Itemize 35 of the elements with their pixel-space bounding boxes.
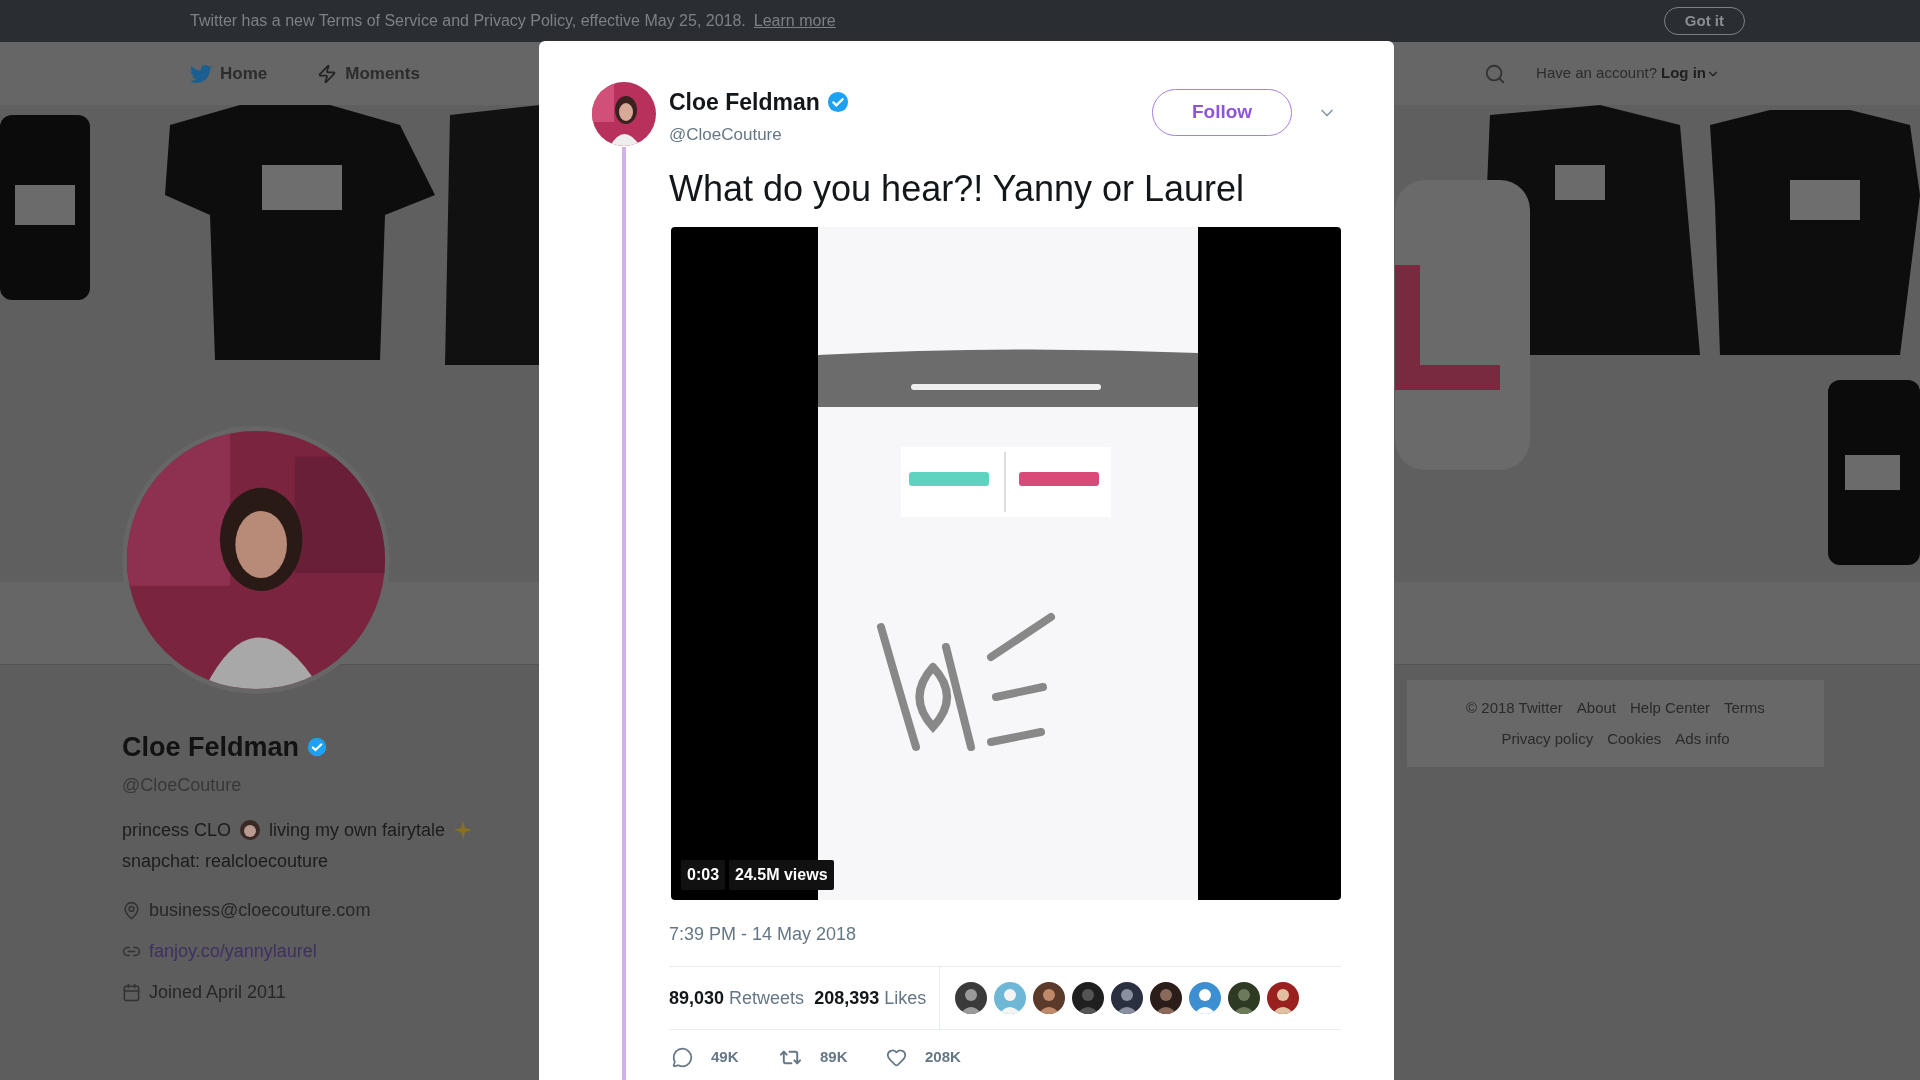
tweet-timestamp: 7:39 PM - 14 May 2018 <box>669 923 858 946</box>
notice-text: Twitter has a new Terms of Service and Privacy Policy, effective May 25, 2018. <box>190 11 746 31</box>
profile-detail: Joined April 2011 <box>149 980 286 1004</box>
login-button[interactable]: Log in <box>1661 62 1720 85</box>
learn-more-link[interactable]: Learn more <box>753 9 836 33</box>
reply-icon[interactable] <box>672 1047 693 1068</box>
profile-detail: business@cloecouture.com <box>149 898 371 922</box>
account-prompt: Have an account? <box>1536 63 1657 84</box>
search-icon[interactable] <box>1484 62 1507 85</box>
nav-tab[interactable]: Moments <box>317 60 420 87</box>
action-count: 49K <box>711 1047 739 1068</box>
footer-link[interactable]: About <box>1576 697 1616 720</box>
profile-name: Cloe Feldman <box>122 731 300 764</box>
action-count: 89K <box>820 1047 848 1068</box>
video-duration: 0:03 <box>681 860 726 890</box>
footer-link[interactable]: © 2018 Twitter <box>1466 697 1563 720</box>
bio-text: living my own fairytale <box>269 818 446 842</box>
nav-tab[interactable]: Home <box>190 60 268 87</box>
view-count: 24.5M views <box>729 860 834 890</box>
footer-link[interactable]: Privacy policy <box>1501 727 1594 750</box>
bird-icon <box>190 62 212 85</box>
footer-link[interactable]: Cookies <box>1607 727 1662 750</box>
bio-text: snapchat: realcloecouture <box>122 849 330 873</box>
bio-text: princess CLO <box>122 818 232 842</box>
like-icon[interactable] <box>886 1047 907 1068</box>
footer-link[interactable]: Help Center <box>1630 697 1711 720</box>
person-icon <box>239 819 262 841</box>
location-icon <box>122 900 141 920</box>
like-count[interactable]: 208,393 Likes <box>814 984 927 1012</box>
lightning-icon <box>317 63 338 84</box>
footer-link[interactable]: Terms <box>1724 697 1765 720</box>
calendar-icon <box>122 982 141 1002</box>
action-count: 208K <box>925 1047 961 1068</box>
retweet-count[interactable]: 89,030 Retweets <box>669 984 805 1012</box>
footer-link[interactable]: Ads info <box>1675 727 1730 750</box>
